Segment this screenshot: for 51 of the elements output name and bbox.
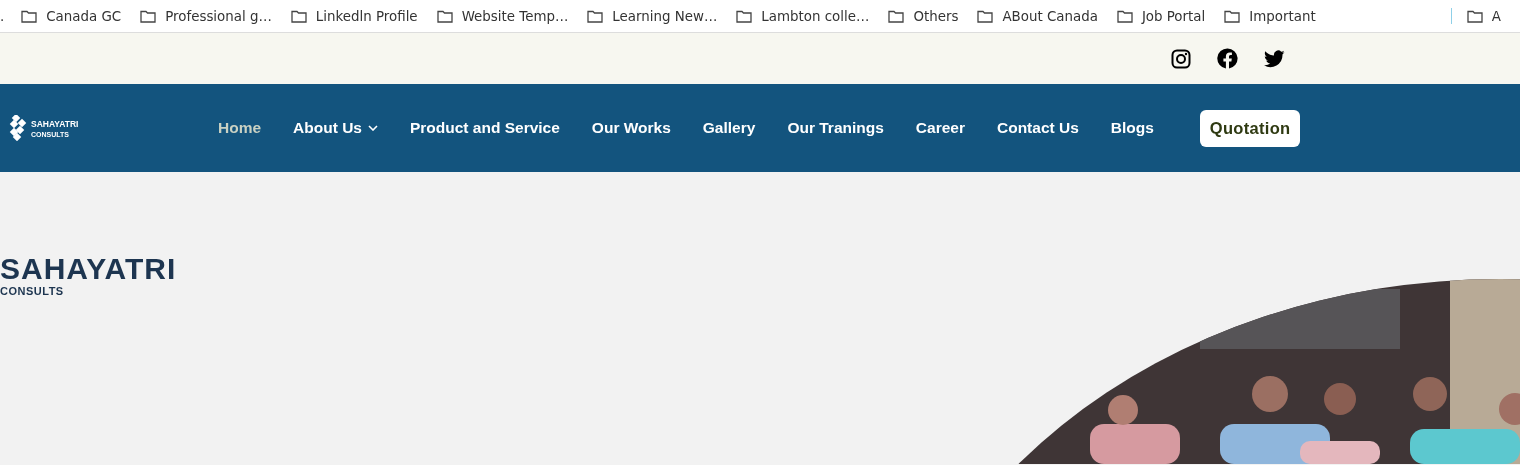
nav-link[interactable]: Our Tranings xyxy=(787,119,884,137)
bookmark-label: Job Portal xyxy=(1141,8,1206,24)
bookmark-label: Others xyxy=(913,8,959,24)
bookmark-label: Learning New… xyxy=(612,8,718,24)
bookmark-label: Linkedln Profile xyxy=(315,8,418,24)
folder-icon xyxy=(1466,9,1483,23)
bookmark-item[interactable]: Job Portal xyxy=(1116,8,1206,24)
nav-link[interactable]: Product and Service xyxy=(409,119,560,137)
nav-link[interactable]: Contact Us xyxy=(996,119,1079,137)
bookmark-item[interactable]: Important xyxy=(1224,8,1316,24)
folder-icon xyxy=(21,9,38,23)
nav-link[interactable]: Home xyxy=(218,119,262,137)
bookmark-item[interactable]: Canada GC xyxy=(21,8,122,24)
quotation-button[interactable]: Quotation xyxy=(1199,109,1301,147)
bookmark-item[interactable]: Learning New… xyxy=(587,8,718,24)
folder-icon xyxy=(587,9,604,23)
folder-icon xyxy=(436,9,453,23)
folder-icon xyxy=(1116,9,1133,23)
bookmark-item[interactable]: Others xyxy=(888,8,959,24)
nav-link[interactable]: Career xyxy=(915,119,965,137)
twitter-icon[interactable] xyxy=(1264,49,1285,68)
bookmark-label: Canada GC xyxy=(46,8,122,24)
folder-icon xyxy=(736,9,753,23)
bookmark-item[interactable]: ABout Canada xyxy=(977,8,1098,24)
bookmark-label: Lambton colle… xyxy=(761,8,870,24)
bookmark-label: . xyxy=(0,8,5,24)
bookmark-label: A xyxy=(1491,8,1501,24)
bookmark-label: Professional g… xyxy=(165,8,272,24)
folder-icon xyxy=(140,9,157,23)
bookmark-label: Important xyxy=(1249,8,1316,24)
folder-icon xyxy=(888,9,905,23)
bookmark-item[interactable]: Linkedln Profile xyxy=(290,8,418,24)
bookmark-label: Website Temp… xyxy=(461,8,569,24)
nav-link[interactable]: Gallery xyxy=(702,119,756,137)
logo-name: SAHAYATRI xyxy=(0,254,178,284)
bookmark-item[interactable]: Professional g… xyxy=(140,8,272,24)
nav-link[interactable]: Our Works xyxy=(591,119,671,137)
folder-icon xyxy=(977,9,994,23)
nav-link[interactable]: Blogs xyxy=(1110,119,1154,137)
instagram-icon[interactable] xyxy=(1171,48,1191,69)
bookmark-item[interactable]: A xyxy=(1466,8,1501,24)
bookmark-item[interactable]: Website Temp… xyxy=(436,8,569,24)
logo-name: SAHAYATRI xyxy=(31,118,79,129)
bookmark-item[interactable]: Lambton colle… xyxy=(736,8,870,24)
bookmark-label: ABout Canada xyxy=(1002,8,1098,24)
folder-icon xyxy=(1224,9,1241,23)
nav-link[interactable]: About Us xyxy=(293,119,378,137)
diamond-logo-icon xyxy=(8,115,28,141)
logo-tagline: CONSULTS xyxy=(0,285,65,297)
facebook-icon[interactable] xyxy=(1217,48,1238,69)
folder-icon xyxy=(290,9,307,23)
